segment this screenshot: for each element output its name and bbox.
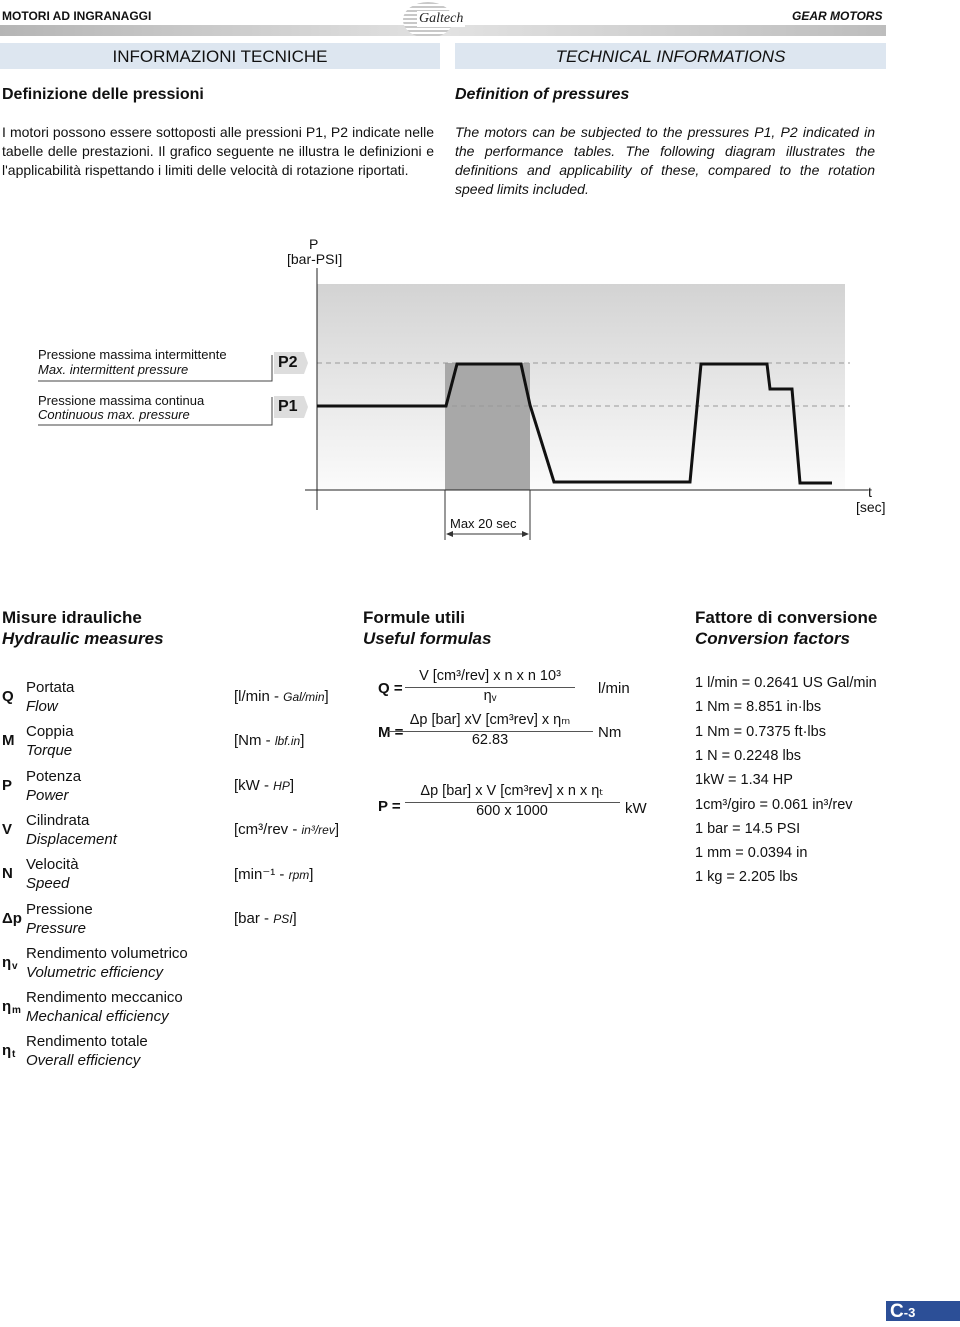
formula-numerator: Δp [bar] x V [cm³rev] x n x ηₜ [420,783,604,799]
unit-main: [min⁻¹ - [234,866,289,884]
measure-label-it: Portata [26,679,75,696]
measure-symbol: M [2,732,15,750]
page-letter: C [890,1301,904,1322]
measure-label-en: Torque [26,742,73,760]
unit-end: ] [292,909,297,927]
p1-tag-label: P1 [278,398,298,415]
formulas-heading: Formule utili Useful formulas [363,607,491,649]
page-number: -3 [903,1305,916,1320]
unit-main: [cm³/rev - [234,820,302,838]
unit-alt: Gal/min [283,690,325,704]
measure-symbol: V [2,820,13,838]
p2-tag-label: P2 [278,354,298,371]
measure-unit: [l/min - Gal/min] [234,688,329,705]
conversion-heading: Fattore di conversione Conversion factors [695,607,877,649]
measure-unit: [min⁻¹ - rpm] [234,865,313,883]
unit-main: [Nm - [234,732,275,750]
conversion-item: 1 bar = 14.5 PSI [695,820,801,837]
p1-label-it: Pressione massima continua [38,393,205,408]
unit-main: [l/min - [234,688,284,705]
formula-unit: kW [625,800,647,817]
p2-label-en: Max. intermittent pressure [38,362,189,377]
conversion-item: 1 N = 0.2248 lbs [695,747,802,764]
conversion-item: 1cm³/giro = 0.061 in³/rev [695,796,853,813]
measure-label-it: Rendimento meccanico [26,989,183,1007]
unit-alt: rpm [288,868,310,883]
formula-denominator: 600 x 1000 [476,803,548,819]
measure-symbol-sub: t [12,1049,16,1061]
measure-label-it: Rendimento volumetrico [26,944,188,962]
formula-lhs: Q = [378,680,403,697]
conversion-heading-en: Conversion factors [695,629,850,648]
unit-end: ] [334,820,340,838]
unit-main: [bar - [234,909,274,927]
conversion-item: 1 kg = 2.205 lbs [695,869,798,886]
conversion-item: 1 Nm = 8.851 in·lbs [695,699,822,716]
conversion-heading-it: Fattore di conversione [695,608,878,627]
p1-label-en: Continuous max. pressure [38,407,190,422]
measure-label-en: Overall efficiency [26,1052,141,1070]
formula-unit: Nm [598,724,622,741]
max-window-shade [445,363,530,490]
conversion-item: 1 mm = 0.0394 in [695,845,808,862]
measure-symbol: P [2,776,13,794]
unit-end: ] [309,866,314,884]
measure-symbol: Q [2,688,14,705]
page-badge: C-3 [886,1301,960,1322]
unit-alt: in³/rev [301,822,335,837]
measure-symbol: N [2,865,13,883]
measures-heading-en: Hydraulic measures [2,629,164,648]
formula-numerator: V [cm³/rev] x n x n 10³ [419,668,561,684]
unit-end: ] [300,732,305,750]
measure-symbol: Δp [2,909,22,927]
measure-label-en: Volumetric efficiency [26,963,163,981]
unit-end: ] [324,688,329,705]
measure-label-en: Pressure [26,919,87,937]
unit-end: ] [289,776,294,794]
pressure-diagram [38,268,868,540]
formula-denominator: ηᵥ [483,688,497,704]
measure-unit: [cm³/rev - in³/rev] [234,821,339,838]
measure-unit: [Nm - lbf.in] [234,732,304,749]
unit-alt: PSI [273,911,293,926]
measure-label-en: Speed [26,875,70,893]
arrow-right-icon [522,531,529,537]
measure-label-it: Pressione [26,900,93,918]
p2-label-it: Pressione massima intermittente [38,347,227,362]
arrow-left-icon [446,531,453,537]
unit-main: [kW - [234,776,274,794]
conversion-item: 1 Nm = 0.7375 ft·lbs [695,723,826,740]
measure-label-en: Power [26,786,69,804]
measure-label-it: Cilindrata [26,811,90,829]
formulas-heading-en: Useful formulas [363,629,492,648]
measure-symbol: η [2,1042,12,1060]
measure-unit: [kW - HP] [234,777,294,794]
formula-denominator: 62.83 [471,732,509,748]
measure-symbol-sub: v [12,960,18,972]
unit-alt: lbf.in [274,734,301,749]
formula-unit: l/min [598,680,630,697]
measures-heading-it: Misure idrauliche [2,608,142,627]
measure-symbol-sub: m [12,1005,21,1017]
measure-label-it: Rendimento totale [26,1033,148,1051]
conversion-item: 1kW = 1.34 HP [695,772,793,789]
measure-label-en: Flow [26,698,58,715]
unit-alt: HP [273,778,290,793]
window-label: Max 20 sec [450,516,517,531]
measure-label-it: Velocità [26,856,79,874]
diagram-background [317,284,845,490]
formula-lhs: P = [378,798,401,815]
measure-unit: [bar - PSI] [234,910,297,927]
measure-label-en: Displacement [26,830,117,848]
measures-heading: Misure idrauliche Hydraulic measures [2,607,164,649]
measure-label-it: Coppia [26,723,74,741]
formulas-heading-it: Formule utili [363,608,465,627]
measure-symbol: η [2,998,12,1016]
measure-symbol: η [2,953,12,971]
measure-label-it: Potenza [26,767,82,785]
conversion-item: 1 l/min = 0.2641 US Gal/min [695,675,877,691]
formula-numerator: Δp [bar] xV [cm³rev] x ηₘ [409,712,571,728]
measure-label-en: Mechanical efficiency [26,1008,169,1026]
